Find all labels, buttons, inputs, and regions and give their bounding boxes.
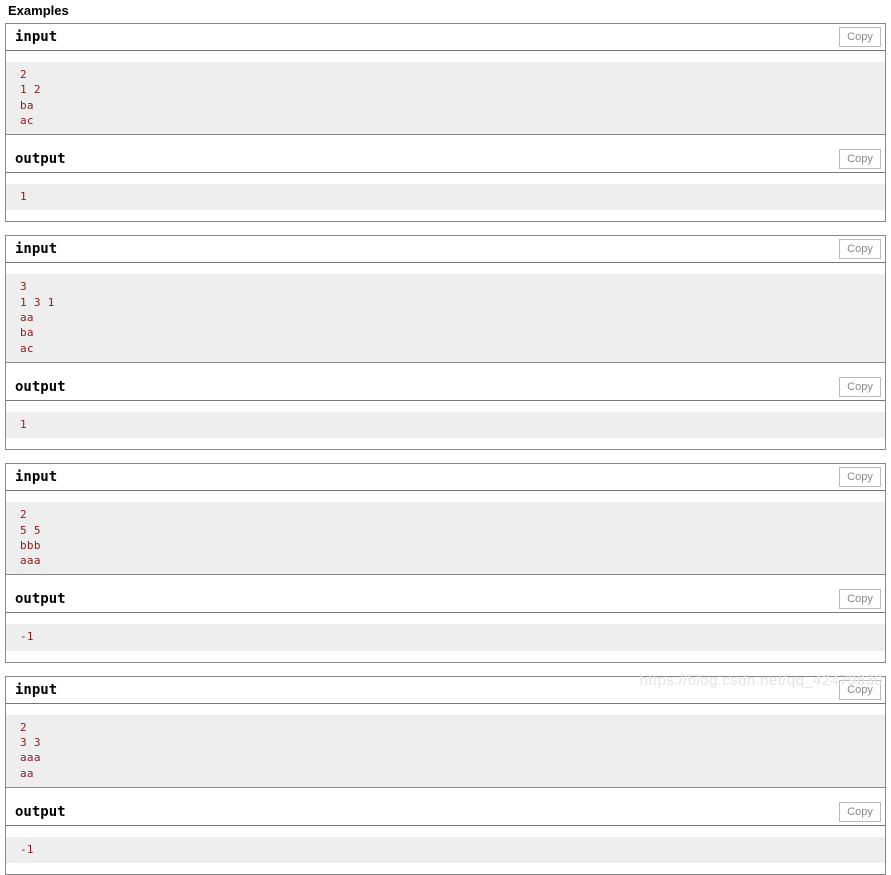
copy-output-button[interactable]: Copy [839,376,881,397]
output-content: 1 [6,184,885,211]
copy-input-button[interactable]: Copy [839,239,881,260]
input-header: input Copy [6,676,885,704]
sample-test-block: input Copy 2 5 5 bbb aaa output Copy -1 [5,463,886,663]
output-title-label: output [15,378,66,395]
sample-test-block: input Copy 2 1 2 ba ac output Copy 1 [5,23,886,223]
input-title-label: input [15,469,58,486]
output-content: -1 [6,624,885,651]
copy-output-button[interactable]: Copy [839,589,881,610]
page-title: Examples [8,3,69,18]
output-title-label: output [15,803,66,820]
input-content: 2 1 2 ba ac [6,62,885,136]
output-title-label: output [15,591,66,608]
copy-input-button[interactable]: Copy [839,27,881,47]
input-content: 2 3 3 aaa aa [6,714,885,788]
output-content: -1 [6,836,885,864]
copy-input-button[interactable]: Copy [839,467,881,488]
input-header: input Copy [6,24,885,51]
output-header: output Copy [6,373,885,401]
copy-output-button[interactable]: Copy [839,149,881,170]
sample-tests-container: Examples input Copy 2 1 2 ba ac output C… [0,0,891,875]
input-header: input Copy [6,464,885,492]
copy-input-button[interactable]: Copy [839,679,881,700]
input-content: 2 5 5 bbb aaa [6,502,885,576]
sample-test-block: input Copy 2 3 3 aaa aa output Copy -1 [5,675,886,875]
output-header: output Copy [6,798,885,826]
copy-output-button[interactable]: Copy [839,801,881,822]
input-title-label: input [15,29,58,45]
sample-test-block: input Copy 3 1 3 1 aa ba ac output Copy … [5,235,886,451]
input-title-label: input [15,241,58,258]
output-content: 1 [6,411,885,439]
output-header: output Copy [6,586,885,614]
output-title-label: output [15,151,66,168]
input-content: 3 1 3 1 aa ba ac [6,274,885,363]
output-header: output Copy [6,146,885,174]
input-header: input Copy [6,236,885,264]
